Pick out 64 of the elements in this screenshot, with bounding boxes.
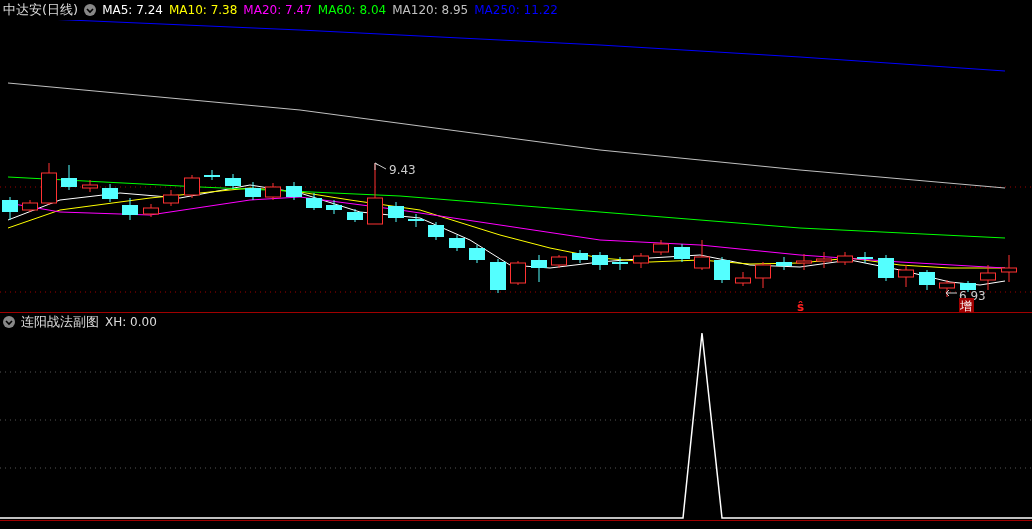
signal-mark: ŝ — [797, 300, 805, 312]
candlestick — [980, 264, 996, 291]
candlestick — [939, 279, 955, 298]
indicator-value: MA20: 7.47 — [243, 3, 312, 17]
candlestick — [286, 181, 302, 201]
leader-line — [374, 162, 387, 171]
indicator-value: XH: 0.00 — [105, 315, 157, 329]
candlestick — [347, 208, 363, 223]
indicator-value: MA5: 7.24 — [102, 3, 163, 17]
candlestick — [653, 239, 669, 256]
candlestick — [919, 269, 935, 291]
candlestick — [204, 169, 220, 181]
candlestick — [2, 196, 18, 221]
candlestick — [428, 221, 444, 241]
candlestick — [225, 173, 241, 190]
candlestick — [326, 199, 342, 215]
candlestick — [469, 244, 485, 264]
indicator-value: MA250: 11.22 — [474, 3, 558, 17]
candlestick — [490, 258, 506, 294]
leader-line — [945, 289, 958, 297]
candlestick — [22, 199, 38, 213]
candlestick — [122, 197, 138, 221]
candlestick — [408, 213, 424, 228]
candlestick — [735, 271, 751, 287]
candlestick — [265, 182, 281, 201]
subchart-title: 连阳战法副图 — [21, 313, 99, 331]
candlestick — [612, 256, 628, 271]
candlestick — [837, 251, 853, 266]
candlestick — [796, 253, 812, 271]
candlestick — [816, 251, 832, 269]
candlestick — [857, 251, 873, 264]
candlestick — [960, 280, 976, 293]
candlestick — [143, 203, 159, 218]
chevron-icon[interactable] — [3, 316, 15, 328]
candlestick — [449, 234, 465, 252]
candlestick — [306, 192, 322, 211]
candlestick — [245, 181, 261, 201]
candlestick — [102, 183, 118, 203]
candlestick — [714, 256, 730, 284]
chart-title: 中达安(日线) — [3, 1, 79, 19]
candlestick — [551, 254, 567, 269]
candlestick — [674, 243, 690, 263]
candlestick — [184, 174, 200, 199]
indicator-value: MA60: 8.04 — [317, 3, 387, 17]
candlestick — [755, 261, 771, 289]
indicator-value: MA120: 8.95 — [392, 3, 469, 17]
candlestick — [1001, 254, 1017, 283]
candlestick — [592, 251, 608, 271]
candlestick — [388, 201, 404, 223]
candlestick — [572, 249, 588, 264]
candlestick — [41, 162, 57, 206]
candlestick — [531, 254, 547, 283]
candlestick — [633, 252, 649, 269]
indicator-value: MA10: 7.38 — [168, 3, 238, 17]
candlestick — [694, 239, 710, 271]
candlestick — [898, 264, 914, 288]
candlestick — [510, 260, 526, 286]
candlestick — [163, 189, 179, 207]
candlestick — [82, 179, 98, 193]
chevron-icon[interactable] — [84, 4, 97, 16]
candlestick — [776, 256, 792, 271]
candlestick — [878, 254, 894, 282]
high-price-label: 9.43 — [389, 163, 416, 177]
candlestick — [61, 164, 77, 191]
